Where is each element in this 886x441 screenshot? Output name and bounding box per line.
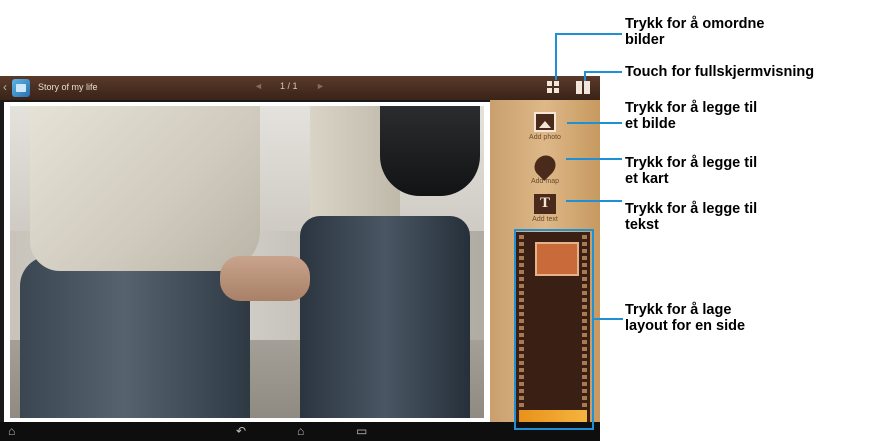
reorder-leader-h [555, 33, 622, 35]
recent-apps-icon[interactable]: ▭ [356, 424, 367, 438]
next-page-button[interactable]: ► [316, 81, 325, 91]
add-photo-button[interactable]: Add photo [490, 112, 600, 141]
back-icon[interactable]: ↶ [236, 424, 246, 438]
reorder-photos-button[interactable] [547, 81, 561, 94]
add-map-button[interactable]: Add map [490, 151, 600, 185]
home-icon[interactable]: ⌂ [297, 424, 304, 438]
page-number: 1 / 1 [280, 81, 298, 91]
map-pin-icon [530, 151, 560, 181]
chevron-left-icon[interactable]: ‹ [3, 80, 7, 94]
system-nav-bar: ⌂ ↶ ⌂ ▭ [0, 422, 600, 441]
app-top-bar: ‹ Story of my life ◄ 1 / 1 ► [0, 76, 600, 100]
add-text-label: Add text [532, 216, 558, 223]
tablet-screen: ‹ Story of my life ◄ 1 / 1 ► Add photo A… [0, 76, 600, 441]
add-text-leader [566, 200, 622, 202]
callout-layout: Trykk for å lage layout for en side [625, 302, 746, 334]
layout-leader-line [594, 318, 623, 320]
add-photo-label: Add photo [529, 134, 561, 141]
story-page [4, 102, 490, 422]
text-icon: T [534, 194, 556, 214]
callout-add-map: Trykk for å legge til et kart [625, 155, 758, 187]
previous-page-button[interactable]: ◄ [254, 81, 263, 91]
layout-highlight-box [514, 229, 594, 430]
callout-add-photo: Trykk for å legge til et bilde [625, 100, 758, 132]
add-map-leader [566, 158, 622, 160]
reorder-leader-v [555, 33, 557, 80]
app-icon[interactable] [12, 79, 30, 97]
add-photo-icon [534, 112, 556, 132]
add-text-button[interactable]: T Add text [490, 194, 600, 223]
callout-add-text: Trykk for å legge til tekst [625, 201, 758, 233]
add-photo-leader [567, 122, 622, 124]
story-title: Story of my life [38, 82, 98, 92]
fullscreen-leader-h [584, 71, 622, 73]
callout-reorder: Trykk for å omordne bilder [625, 16, 765, 48]
couple-photo[interactable] [10, 106, 484, 418]
fullscreen-button[interactable] [576, 81, 590, 94]
home-arrow-icon[interactable]: ⌂ [8, 424, 15, 438]
callout-fullscreen: Touch for fullskjermvisning [625, 64, 815, 80]
fullscreen-leader-v [584, 71, 586, 81]
